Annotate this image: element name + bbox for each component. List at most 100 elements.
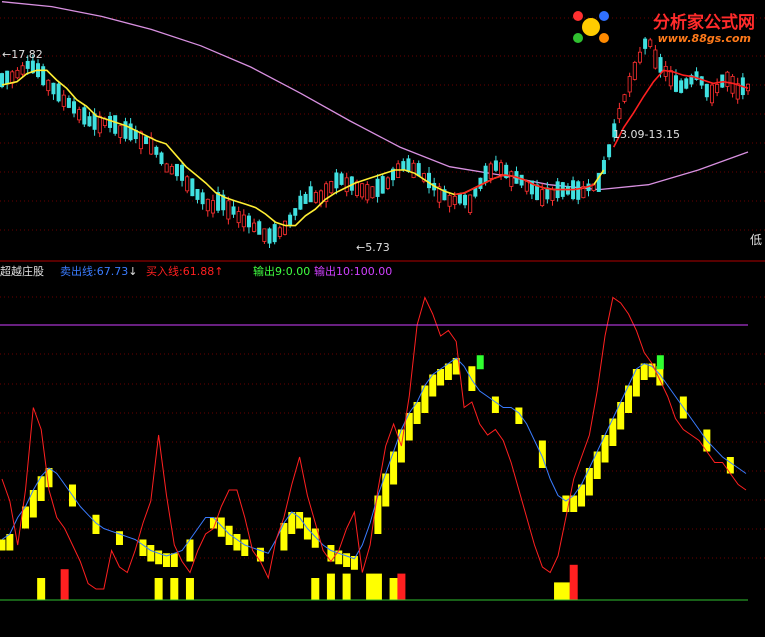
candle-body <box>360 183 365 198</box>
candle-body <box>499 162 504 175</box>
yellow-block <box>217 517 225 537</box>
yellow-block <box>241 539 249 556</box>
yellow-block <box>491 396 499 413</box>
candle-body <box>46 79 51 92</box>
sell-marker-icon <box>656 355 664 370</box>
candle-body <box>354 181 359 196</box>
signal-bar <box>373 573 382 600</box>
candle-body <box>447 194 452 207</box>
signal-bar <box>326 573 335 600</box>
candle-body <box>684 78 689 89</box>
candle-body <box>123 121 128 139</box>
candle-body <box>56 83 61 102</box>
candle-body <box>334 172 339 189</box>
candle-body <box>473 187 478 197</box>
candle-body <box>205 198 210 212</box>
candle-body <box>576 181 581 200</box>
candle-body <box>190 178 195 197</box>
candle-body <box>154 146 159 155</box>
candle-body <box>226 200 231 220</box>
watermark-url: www.88gs.com <box>657 32 751 45</box>
candle-body <box>488 163 493 179</box>
candle-body <box>41 66 46 86</box>
logo-icon <box>568 4 614 50</box>
candle-body <box>370 186 375 199</box>
signal-bar <box>311 578 320 600</box>
candle-body <box>236 211 241 224</box>
candle-body <box>164 163 169 173</box>
signal-bar <box>170 578 179 600</box>
short-moving-average <box>1 69 749 227</box>
candle-body <box>648 39 653 47</box>
candle-body <box>200 192 205 205</box>
candle-body <box>77 109 82 121</box>
candle-body <box>622 94 627 102</box>
candle-body <box>411 162 416 178</box>
candle-body <box>174 163 179 177</box>
candle-body <box>401 161 406 171</box>
candle-body <box>51 82 56 95</box>
candle-body <box>252 222 257 232</box>
candle-body <box>406 158 411 172</box>
long-moving-average <box>1 1 749 191</box>
output9-label: 输出9:0.00 <box>253 265 311 278</box>
yellow-block <box>327 545 335 562</box>
candle-body <box>380 176 385 194</box>
candle-body <box>653 49 658 69</box>
signal-bar <box>397 573 406 600</box>
candle-body <box>20 65 25 75</box>
right-edge-label: 低 <box>750 233 763 247</box>
signal-bar <box>37 578 46 600</box>
candle-body <box>463 194 468 206</box>
candle-body <box>210 200 215 214</box>
candle-body <box>730 76 735 94</box>
stock-chart <box>0 1 765 601</box>
indicator-lines <box>1 296 747 590</box>
candle-body <box>725 71 730 87</box>
candle-body <box>277 227 282 237</box>
candle-body <box>318 190 323 204</box>
buy-line <box>1 296 747 590</box>
candle-body <box>385 177 390 189</box>
yellow-block <box>0 539 6 551</box>
candle-body <box>627 76 632 93</box>
yellow-block <box>468 366 476 391</box>
candle-body <box>416 163 421 177</box>
candle-body <box>118 125 123 138</box>
candle-body <box>509 171 514 187</box>
candle-body <box>5 70 10 85</box>
sell-marker-icon <box>476 355 484 370</box>
yellow-block <box>640 363 648 380</box>
candle-body <box>61 94 66 107</box>
indicator-bars <box>0 355 734 600</box>
candle-body <box>668 70 673 87</box>
candle-body <box>308 186 313 203</box>
output10-label: 输出10:100.00 <box>314 265 393 278</box>
signal-bar <box>342 573 351 600</box>
signal-bar <box>185 578 194 600</box>
yellow-block <box>147 545 155 562</box>
candle-body <box>149 137 154 155</box>
candle-body <box>329 181 334 194</box>
buy-line-label: 买入线:61.88↑ <box>146 265 224 278</box>
candle-body <box>185 176 190 192</box>
candle-body <box>709 84 714 104</box>
candle-body <box>159 152 164 165</box>
candlestick-series <box>0 36 751 249</box>
candle-body <box>617 108 622 120</box>
signal-bar <box>154 578 163 600</box>
candle-body <box>246 215 251 228</box>
candle-body <box>545 187 550 200</box>
candle-body <box>535 184 540 201</box>
candle-body <box>699 76 704 86</box>
candle-body <box>493 160 498 171</box>
candle-body <box>637 51 642 63</box>
candle-body <box>25 60 30 69</box>
candle-body <box>97 115 102 134</box>
candle-body <box>540 189 545 207</box>
candle-body <box>632 61 637 80</box>
candle-body <box>10 71 15 84</box>
candle-body <box>375 178 380 197</box>
candle-body <box>272 224 277 243</box>
yellow-block <box>382 473 390 507</box>
